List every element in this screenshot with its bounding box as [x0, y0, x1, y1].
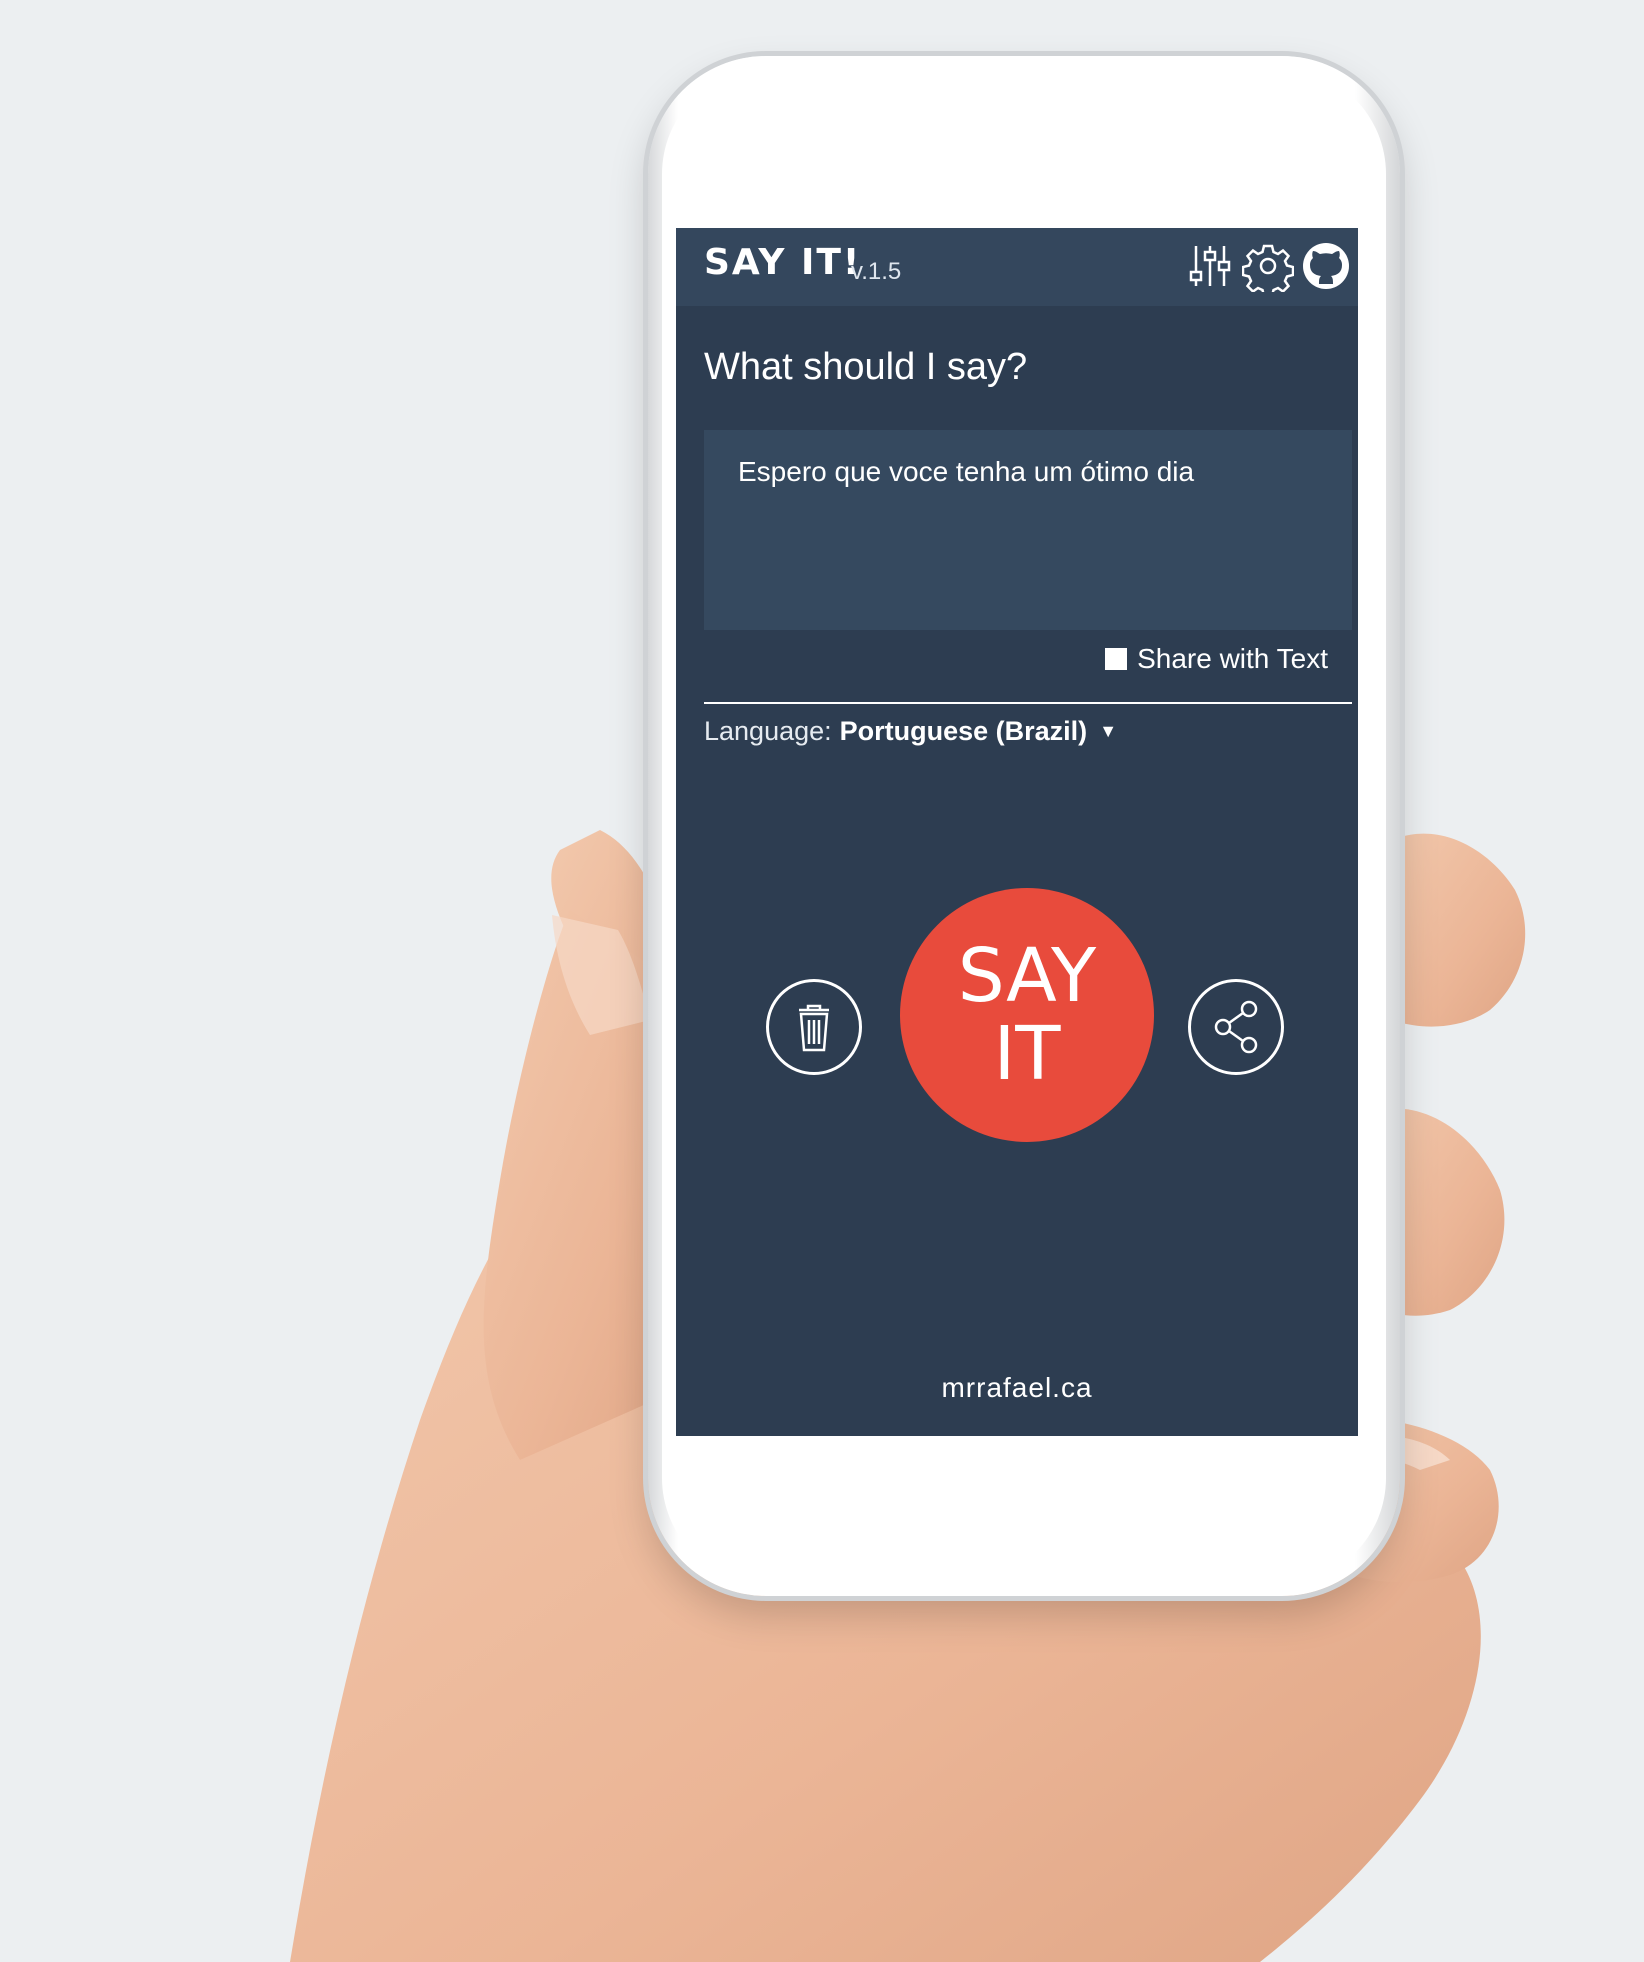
app-header: SAY IT! v.1.5 — [676, 228, 1358, 306]
divider — [704, 702, 1352, 704]
checkbox-box[interactable] — [1105, 648, 1128, 670]
share-with-text-label: Share with Text — [1137, 643, 1328, 674]
language-label: Language: — [704, 716, 832, 746]
speech-text-input[interactable]: Espero que voce tenha um ótimo dia — [704, 430, 1352, 630]
trash-icon[interactable] — [766, 979, 862, 1075]
footer-link[interactable]: mrrafael.ca — [676, 1372, 1358, 1404]
caret-down-icon[interactable]: ▼ — [1099, 721, 1117, 742]
app-title: SAY IT! — [704, 242, 862, 283]
share-icon[interactable] — [1188, 979, 1284, 1075]
say-it-button[interactable]: SAY IT — [900, 888, 1154, 1142]
app-version: v.1.5 — [851, 258, 902, 285]
say-it-line1: SAY — [957, 933, 1097, 1019]
share-with-text-checkbox[interactable]: Share with Text — [1105, 642, 1328, 676]
github-icon[interactable] — [1300, 240, 1352, 292]
language-value[interactable]: Portuguese (Brazil) — [840, 716, 1088, 747]
say-it-line2: IT — [993, 1011, 1061, 1097]
language-selector[interactable]: Language: Portuguese (Brazil) ▼ — [704, 716, 1117, 747]
sliders-icon[interactable] — [1184, 240, 1236, 292]
gear-icon[interactable] — [1242, 240, 1294, 292]
app-screen: SAY IT! v.1.5 What should I say? Espero … — [676, 228, 1358, 1436]
prompt-heading: What should I say? — [704, 346, 1028, 388]
